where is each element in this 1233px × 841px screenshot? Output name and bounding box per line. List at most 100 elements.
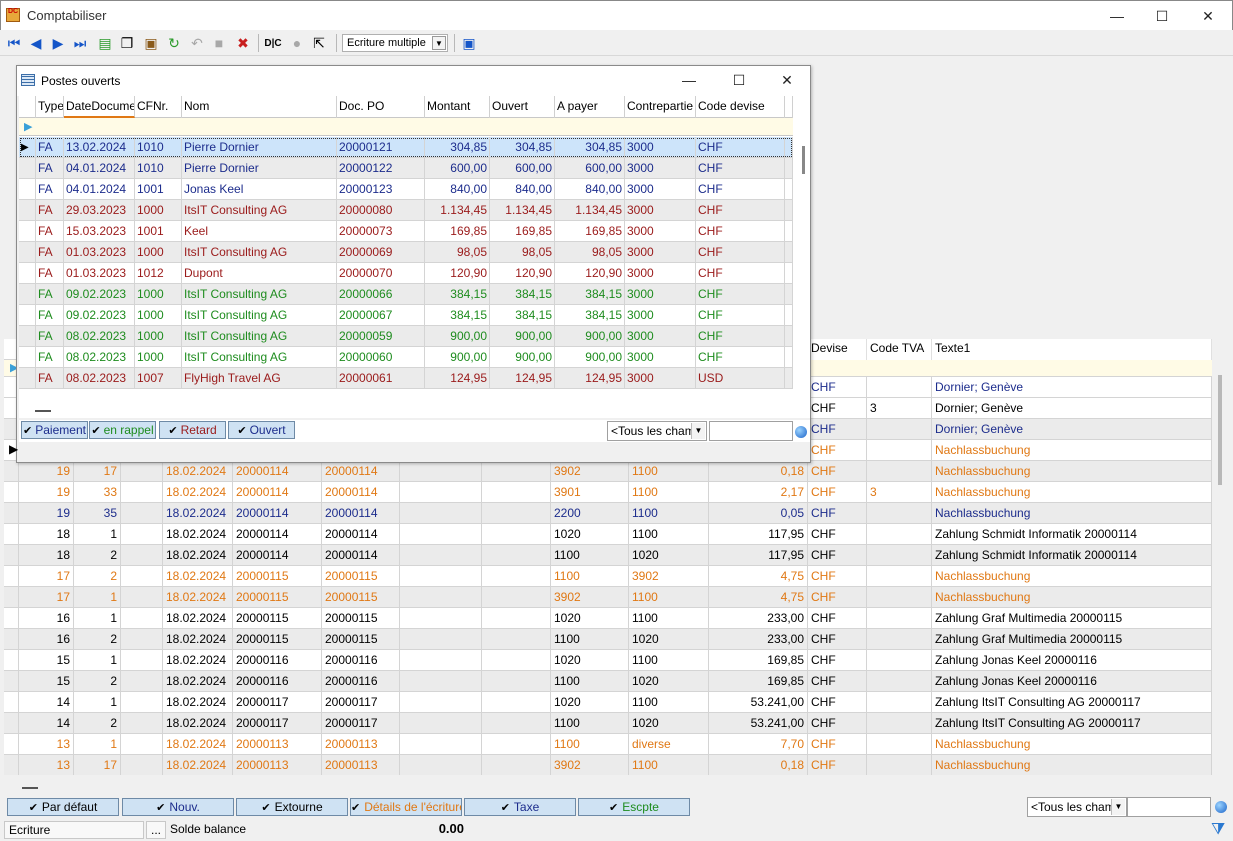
table-cell[interactable]: FA bbox=[36, 242, 64, 263]
table-cell[interactable]: FA bbox=[36, 137, 64, 158]
table-cell[interactable] bbox=[867, 377, 932, 398]
table-cell[interactable]: 35 bbox=[74, 503, 121, 524]
table-cell[interactable]: 18.02.2024 bbox=[163, 566, 233, 587]
table-cell[interactable] bbox=[867, 608, 932, 629]
table-cell[interactable]: Zahlung ItsIT Consulting AG 20000117 bbox=[932, 692, 1212, 713]
table-cell[interactable]: 15 bbox=[19, 671, 74, 692]
table-row[interactable]: 15 2 18.02.2024 20000116 20000116 1100 1020 169… bbox=[4, 671, 1212, 692]
table-cell[interactable]: CHF bbox=[808, 713, 867, 734]
table-cell[interactable]: 900,00 bbox=[490, 347, 555, 368]
table-row[interactable]: 14 1 18.02.2024 20000117 20000117 1020 1100 53.… bbox=[4, 692, 1212, 713]
table-cell[interactable]: 01.03.2023 bbox=[64, 242, 135, 263]
table-cell[interactable]: 3901 bbox=[551, 482, 629, 503]
split-icon[interactable]: D|C bbox=[264, 34, 282, 52]
table-cell[interactable]: 840,00 bbox=[555, 179, 625, 200]
table-cell[interactable] bbox=[867, 419, 932, 440]
table-cell[interactable]: 18.02.2024 bbox=[163, 461, 233, 482]
open-item-row[interactable]: FA 01.03.2023 1012 Dupont 20000070 120,90 120,… bbox=[19, 263, 793, 284]
table-cell[interactable]: 20000116 bbox=[233, 650, 322, 671]
table-cell[interactable]: CHF bbox=[808, 692, 867, 713]
table-cell[interactable]: CHF bbox=[808, 545, 867, 566]
table-cell[interactable] bbox=[4, 461, 19, 482]
table-cell[interactable]: CHF bbox=[808, 608, 867, 629]
pointer-document-icon[interactable]: ⇱ bbox=[310, 34, 328, 52]
table-cell[interactable]: 600,00 bbox=[425, 158, 490, 179]
table-cell[interactable]: 1000 bbox=[135, 284, 182, 305]
table-cell[interactable]: CHF bbox=[808, 524, 867, 545]
table-cell[interactable] bbox=[867, 713, 932, 734]
row-indicator[interactable] bbox=[19, 242, 36, 263]
table-cell[interactable] bbox=[400, 524, 482, 545]
table-cell[interactable]: 20000114 bbox=[322, 461, 400, 482]
table-cell[interactable]: Pierre Dornier bbox=[182, 158, 337, 179]
table-cell[interactable]: 120,90 bbox=[490, 263, 555, 284]
table-cell[interactable]: 04.01.2024 bbox=[64, 158, 135, 179]
overflow-cell[interactable] bbox=[785, 221, 793, 242]
minimize-button[interactable]: — bbox=[1095, 5, 1139, 27]
table-cell[interactable] bbox=[867, 524, 932, 545]
table-cell[interactable] bbox=[867, 755, 932, 775]
table-cell[interactable]: 20000060 bbox=[337, 347, 425, 368]
table-cell[interactable]: ItsIT Consulting AG bbox=[182, 284, 337, 305]
table-row[interactable]: 18 1 18.02.2024 20000114 20000114 1020 1100 117… bbox=[4, 524, 1212, 545]
table-cell[interactable]: 18.02.2024 bbox=[163, 482, 233, 503]
filter-funnel-icon[interactable]: ⧩ bbox=[1211, 821, 1229, 839]
table-cell[interactable] bbox=[482, 503, 551, 524]
table-cell[interactable]: FA bbox=[36, 263, 64, 284]
table-cell[interactable]: 304,85 bbox=[555, 137, 625, 158]
table-cell[interactable]: Keel bbox=[182, 221, 337, 242]
table-cell[interactable]: 1100 bbox=[551, 629, 629, 650]
table-row[interactable]: 16 2 18.02.2024 20000115 20000115 1100 1020 233… bbox=[4, 629, 1212, 650]
close-button[interactable]: ✕ bbox=[1186, 5, 1230, 27]
table-cell[interactable]: Dornier; Genève bbox=[932, 398, 1212, 419]
table-cell[interactable] bbox=[4, 587, 19, 608]
table-cell[interactable]: 384,15 bbox=[425, 284, 490, 305]
table-cell[interactable] bbox=[482, 566, 551, 587]
table-cell[interactable]: 04.01.2024 bbox=[64, 179, 135, 200]
table-cell[interactable]: 2 bbox=[74, 629, 121, 650]
table-cell[interactable]: ItsIT Consulting AG bbox=[182, 242, 337, 263]
table-cell[interactable]: 900,00 bbox=[555, 347, 625, 368]
table-cell[interactable]: 3000 bbox=[625, 305, 696, 326]
table-cell[interactable]: 1.134,45 bbox=[555, 200, 625, 221]
table-cell[interactable]: CHF bbox=[808, 482, 867, 503]
table-cell[interactable]: 1100 bbox=[629, 608, 709, 629]
table-cell[interactable] bbox=[400, 713, 482, 734]
table-cell[interactable] bbox=[4, 524, 19, 545]
table-cell[interactable]: CHF bbox=[696, 263, 785, 284]
table-cell[interactable]: 18 bbox=[19, 545, 74, 566]
table-cell[interactable]: Nachlassbuchung bbox=[932, 587, 1212, 608]
table-cell[interactable]: 18 bbox=[19, 524, 74, 545]
table-cell[interactable]: 20000114 bbox=[233, 461, 322, 482]
table-cell[interactable]: 1000 bbox=[135, 347, 182, 368]
table-cell[interactable]: 1100 bbox=[629, 587, 709, 608]
table-cell[interactable]: 1 bbox=[74, 608, 121, 629]
next-record-icon[interactable]: ▶ bbox=[49, 34, 67, 52]
table-cell[interactable] bbox=[867, 629, 932, 650]
table-cell[interactable]: FA bbox=[36, 158, 64, 179]
table-cell[interactable]: FA bbox=[36, 200, 64, 221]
table-cell[interactable]: 20000123 bbox=[337, 179, 425, 200]
overflow-cell[interactable] bbox=[785, 137, 793, 158]
table-cell[interactable] bbox=[121, 734, 163, 755]
open-item-row[interactable]: FA 29.03.2023 1000 ItsIT Consulting AG 20000… bbox=[19, 200, 793, 221]
table-cell[interactable]: CHF bbox=[808, 398, 867, 419]
table-cell[interactable]: 1100 bbox=[551, 671, 629, 692]
table-cell[interactable]: Nachlassbuchung bbox=[932, 734, 1212, 755]
table-cell[interactable]: Dupont bbox=[182, 263, 337, 284]
row-indicator[interactable] bbox=[19, 179, 36, 200]
row-indicator[interactable] bbox=[19, 326, 36, 347]
table-cell[interactable]: 18.02.2024 bbox=[163, 650, 233, 671]
column-header[interactable]: Type bbox=[36, 96, 64, 118]
table-cell[interactable]: 17 bbox=[74, 755, 121, 775]
table-cell[interactable]: 09.02.2023 bbox=[64, 305, 135, 326]
table-cell[interactable]: 1020 bbox=[629, 629, 709, 650]
table-cell[interactable]: FA bbox=[36, 326, 64, 347]
table-cell[interactable]: 1001 bbox=[135, 221, 182, 242]
overflow-cell[interactable] bbox=[785, 263, 793, 284]
table-cell[interactable] bbox=[121, 482, 163, 503]
table-cell[interactable] bbox=[400, 734, 482, 755]
row-indicator[interactable] bbox=[19, 263, 36, 284]
table-cell[interactable]: 98,05 bbox=[490, 242, 555, 263]
table-cell[interactable]: 3902 bbox=[551, 587, 629, 608]
